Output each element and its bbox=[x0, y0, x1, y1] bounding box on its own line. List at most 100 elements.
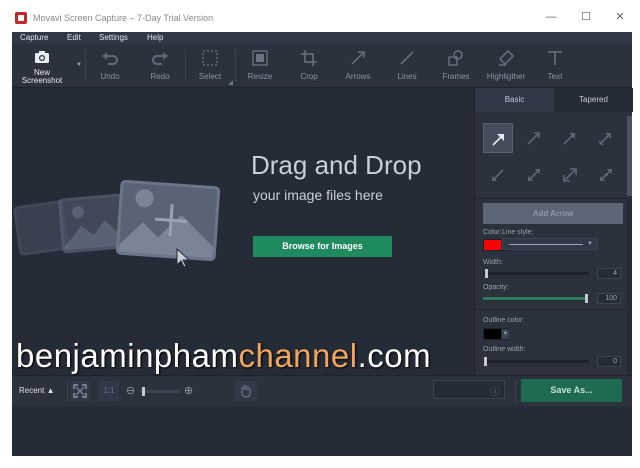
browse-images-button[interactable]: Browse for Images bbox=[253, 236, 392, 257]
arrow-style-5[interactable] bbox=[483, 160, 513, 190]
undo-label: Undo bbox=[100, 72, 120, 81]
watermark-part-1: benjaminpham bbox=[16, 337, 239, 374]
slider-handle[interactable] bbox=[485, 269, 488, 278]
toolbar-separator bbox=[85, 50, 86, 82]
arrow-style-7[interactable] bbox=[555, 160, 585, 190]
resize-label: Resize bbox=[247, 72, 273, 81]
arrow-double-icon bbox=[492, 169, 504, 181]
menu-settings[interactable]: Settings bbox=[99, 33, 128, 42]
lines-label: Lines bbox=[397, 72, 417, 81]
opacity-slider[interactable] bbox=[483, 294, 589, 303]
line-icon bbox=[400, 51, 414, 65]
resize-icon bbox=[252, 50, 268, 66]
arrow-double-icon bbox=[600, 169, 612, 181]
arrow-diagonal-icon bbox=[598, 133, 611, 146]
slider-fill bbox=[483, 297, 587, 300]
arrow-style-1[interactable] bbox=[483, 123, 513, 153]
arrow-double-icon bbox=[528, 169, 540, 181]
highlighter-label: Highligther bbox=[486, 72, 526, 81]
redo-label: Redo bbox=[150, 72, 170, 81]
slider-handle[interactable] bbox=[484, 357, 487, 366]
zoom-out-icon[interactable]: ⊖ bbox=[126, 384, 135, 397]
slider-handle[interactable] bbox=[142, 387, 145, 396]
arrow-style-8[interactable] bbox=[591, 160, 621, 190]
window-title: Movavi Screen Capture – 7-Day Trial Vers… bbox=[33, 13, 214, 23]
select-button[interactable]: Select bbox=[190, 44, 230, 88]
outline-width-value[interactable]: 0 bbox=[597, 356, 621, 367]
arrow-style-2[interactable] bbox=[519, 123, 549, 153]
arrow-style-6[interactable] bbox=[519, 160, 549, 190]
image-info-field: ⓘ bbox=[433, 380, 505, 399]
arrow-diagonal-icon bbox=[563, 133, 575, 145]
toolbar: New Screenshot ▼ Undo Redo Select Resize bbox=[12, 44, 632, 88]
recent-button[interactable]: Recent ▲ bbox=[19, 386, 55, 395]
watermark-text: benjaminphamchannel.com bbox=[16, 337, 431, 375]
color-label: Color: bbox=[483, 229, 502, 236]
toolbar-separator bbox=[235, 50, 236, 82]
lines-button[interactable]: Lines bbox=[387, 44, 427, 88]
width-slider[interactable] bbox=[483, 269, 589, 278]
outline-color-picker[interactable]: ▼ bbox=[483, 328, 509, 340]
highlighter-button[interactable]: Highligther bbox=[484, 44, 528, 88]
zoom-in-icon[interactable]: ⊕ bbox=[184, 384, 193, 397]
arrow-style-4[interactable] bbox=[591, 123, 621, 153]
fit-screen-button[interactable] bbox=[70, 381, 90, 401]
zoom-slider[interactable] bbox=[140, 387, 180, 396]
menu-help[interactable]: Help bbox=[147, 33, 163, 42]
arrow-icon bbox=[351, 51, 365, 65]
properties-panel: Basic Tapered Add Arrow Color: ▼ Line st… bbox=[474, 88, 633, 375]
watermark-part-3: .com bbox=[357, 337, 432, 374]
tab-basic[interactable]: Basic bbox=[475, 88, 554, 112]
save-as-button[interactable]: Save As... bbox=[521, 379, 622, 402]
arrow-style-3[interactable] bbox=[555, 123, 585, 153]
minimize-button[interactable]: — bbox=[541, 9, 561, 25]
slider-handle[interactable] bbox=[585, 294, 588, 303]
frames-button[interactable]: Frames bbox=[436, 44, 476, 88]
arrows-label: Arrows bbox=[345, 72, 371, 81]
arrow-diagonal-icon bbox=[492, 134, 504, 146]
arrows-button[interactable]: Arrows bbox=[338, 44, 378, 88]
opacity-value[interactable]: 100 bbox=[597, 293, 621, 304]
redo-button[interactable]: Redo bbox=[140, 44, 180, 88]
outline-width-slider[interactable] bbox=[483, 357, 589, 366]
panel-scrollbar[interactable] bbox=[627, 116, 632, 375]
actual-size-button[interactable]: 1:1 bbox=[99, 381, 119, 401]
close-button[interactable]: ✕ bbox=[610, 9, 630, 25]
highlighter-icon bbox=[499, 50, 514, 66]
info-icon[interactable]: ⓘ bbox=[490, 383, 500, 398]
arrow-diagonal-icon bbox=[527, 132, 540, 145]
width-label: Width: bbox=[483, 259, 503, 266]
frames-label: Frames bbox=[442, 72, 470, 81]
redo-icon bbox=[151, 52, 168, 66]
outline-color-label: Outline color: bbox=[483, 317, 525, 324]
resize-button[interactable]: Resize bbox=[240, 44, 280, 88]
crop-icon bbox=[301, 50, 317, 66]
width-value[interactable]: 4 bbox=[597, 268, 621, 279]
toolbar-separator bbox=[67, 380, 68, 402]
drag-drop-subtitle: your image files here bbox=[253, 187, 383, 203]
divider bbox=[475, 198, 627, 199]
new-screenshot-button[interactable]: New Screenshot bbox=[16, 44, 68, 88]
chevron-down-icon: ▼ bbox=[587, 241, 593, 247]
tab-tapered[interactable]: Tapered bbox=[554, 88, 633, 112]
menu-capture[interactable]: Capture bbox=[20, 33, 48, 42]
toolbar-separator bbox=[185, 50, 186, 82]
maximize-button[interactable]: ☐ bbox=[576, 9, 596, 25]
scrollbar-thumb[interactable] bbox=[627, 116, 632, 196]
new-screenshot-dropdown-icon[interactable]: ▼ bbox=[76, 62, 82, 68]
hand-icon bbox=[241, 385, 251, 398]
line-style-select[interactable]: ▼ bbox=[502, 238, 598, 250]
text-button[interactable]: Text bbox=[535, 44, 575, 88]
crop-button[interactable]: Crop bbox=[289, 44, 329, 88]
panel-tabs: Basic Tapered bbox=[475, 88, 633, 112]
menu-edit[interactable]: Edit bbox=[67, 33, 81, 42]
undo-button[interactable]: Undo bbox=[90, 44, 130, 88]
pan-hand-button[interactable] bbox=[235, 381, 257, 401]
select-options-icon[interactable] bbox=[228, 80, 233, 85]
text-label: Text bbox=[547, 72, 563, 81]
add-arrow-button[interactable]: Add Arrow bbox=[483, 203, 623, 224]
drop-zone[interactable] bbox=[12, 88, 474, 375]
undo-icon bbox=[102, 52, 119, 66]
opacity-label: Opacity: bbox=[483, 284, 509, 291]
drag-drop-title: Drag and Drop bbox=[251, 150, 422, 180]
